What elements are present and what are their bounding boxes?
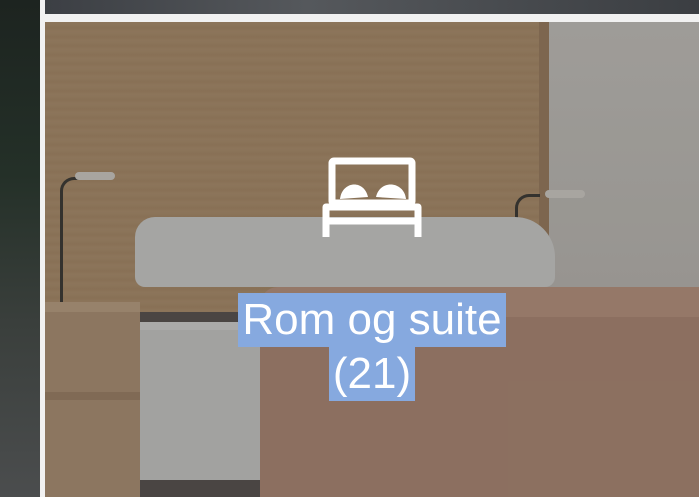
tile-count: (21) [328,347,416,401]
adjacent-tile-top[interactable] [45,0,699,14]
rooms-and-suites-tile[interactable]: Rom og suite (21) [45,22,699,497]
adjacent-tile-left[interactable] [0,0,40,497]
tile-divider [45,14,699,22]
tile-title: Rom og suite [238,293,506,347]
bed-icon [322,157,422,237]
